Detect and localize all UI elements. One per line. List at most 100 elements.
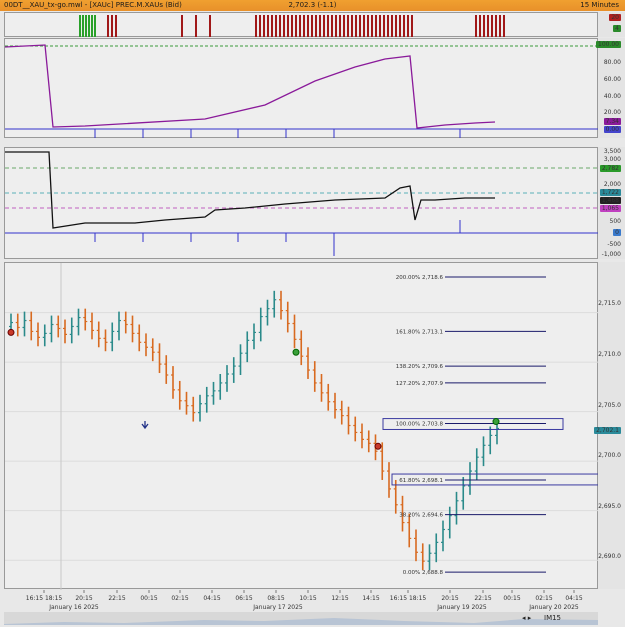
histogram-bar-up [91, 15, 93, 37]
time-tick-label: 22:15 [474, 595, 491, 602]
status-nav-icon[interactable]: ◂ ▸ [522, 614, 531, 622]
histogram-bar-up [94, 15, 96, 37]
osc-badge-value: 7.34 [603, 118, 621, 125]
timeframe-label[interactable]: 15 Minutes [580, 1, 619, 9]
histogram-bar-down [411, 15, 413, 37]
time-tick-label: 00:15 [140, 595, 157, 602]
price-chart-svg[interactable]: 200.00% 2,718.6 161.80% 2,713.1 138.20% 2,… [5, 263, 600, 590]
oscillator-svg [4, 44, 599, 138]
date-label: January 19 2025 [436, 604, 487, 611]
histogram-bar-down [111, 15, 113, 37]
time-tick-label: 14:15 [362, 595, 379, 602]
time-tick-label: 02:15 [171, 595, 188, 602]
histogram-bar-down [359, 15, 361, 37]
cumulative-panel [4, 147, 599, 259]
status-symbol-label[interactable]: IM15 [544, 614, 561, 622]
time-tick-label: 06:15 [235, 595, 252, 602]
histogram-bar-up [85, 15, 87, 37]
histogram-bar-down [107, 15, 109, 37]
signal-histogram-panel [4, 12, 598, 37]
time-axis[interactable]: 16:15 18:15 20:15 22:15 00:15 02:15 04:15 06:1… [4, 590, 598, 612]
top-badge-20: 20 [609, 14, 621, 21]
histogram-bar-down [351, 15, 353, 37]
price-axis-label: 2,700.0 [598, 452, 621, 459]
histogram-bar-down [499, 15, 501, 37]
time-tick-label: 00:15 [503, 595, 520, 602]
histogram-bar-down [391, 15, 393, 37]
histogram-bar-down [327, 15, 329, 37]
price-readout: 2,702.3 (-1.1) [288, 1, 337, 9]
time-tick-label: 08:15 [267, 595, 284, 602]
signal-histogram-svg [79, 15, 505, 37]
time-tick-label: 22:15 [108, 595, 125, 602]
time-tick-label: 04:15 [565, 595, 582, 602]
histogram-bar-down [331, 15, 333, 37]
time-tick-label: 16:15 18:15 [390, 595, 427, 602]
histogram-bar-up [79, 15, 81, 37]
buy-signal-marker [292, 348, 300, 356]
histogram-bar-down [487, 15, 489, 37]
fib-level-label: 38.20% 2,694.6 [399, 513, 443, 519]
histogram-bar-down [375, 15, 377, 37]
cum-badge-green: 2,782 [599, 165, 621, 172]
histogram-bar-down [267, 15, 269, 37]
time-tick-label: 12:15 [331, 595, 348, 602]
fib-level-label: 127.20% 2,707.9 [396, 381, 444, 387]
price-chart-panel[interactable]: 200.00% 2,718.6 161.80% 2,713.1 138.20% 2,… [4, 262, 600, 590]
time-tick-label: 20:15 [75, 595, 92, 602]
cum-axis-label: -1,000 [601, 251, 621, 258]
histogram-bar-down [379, 15, 381, 37]
histogram-bar-down [495, 15, 497, 37]
histogram-bar-down [339, 15, 341, 37]
histogram-bar-down [259, 15, 261, 37]
histogram-bar-down [383, 15, 385, 37]
histogram-bar-down [483, 15, 485, 37]
histogram-axis: 20 4 [598, 12, 625, 37]
cum-badge-magenta: 1,065 [599, 205, 621, 212]
osc-line [4, 44, 496, 129]
histogram-bar-down [307, 15, 309, 37]
histogram-bar-up [88, 15, 90, 37]
histogram-bar-down [491, 15, 493, 37]
price-axis-label: 2,705.0 [598, 402, 621, 409]
histogram-bar-down [275, 15, 277, 37]
histogram-bar-down [407, 15, 409, 37]
histogram-bar-down [195, 15, 197, 37]
histogram-bar-down [479, 15, 481, 37]
histogram-bar-down [403, 15, 405, 37]
histogram-bar-down [291, 15, 293, 37]
price-axis[interactable]: 2,715.0 2,710.0 2,705.0 2,702.1 2,700.0 … [594, 262, 625, 589]
osc-badge-zero: 0.00 [603, 126, 621, 133]
sell-signal-marker [374, 442, 382, 450]
oscillator-panel [4, 38, 599, 138]
time-tick-label: 20:15 [441, 595, 458, 602]
histogram-bar-down [181, 15, 183, 37]
histogram-bar-down [255, 15, 257, 37]
osc-axis-label: 40.00 [603, 93, 621, 100]
cumulative-axis: 3,500 3,000 2,782 2,000 1,722 1,468 1,06… [598, 147, 625, 259]
histogram-bar-down [363, 15, 365, 37]
histogram-bar-down [287, 15, 289, 37]
osc-axis-label: 20.00 [603, 109, 621, 116]
fib-level-label: 161.80% 2,713.1 [396, 329, 443, 335]
price-axis-label: 2,690.0 [598, 553, 621, 560]
fib-level-label: 138.20% 2,709.6 [396, 364, 444, 370]
buy-signal-marker [492, 418, 500, 426]
time-tick-label: 16:15 18:15 [26, 595, 63, 602]
histogram-bar-down [263, 15, 265, 37]
price-axis-label: 2,715.0 [598, 300, 621, 307]
date-label: January 16 2025 [48, 604, 99, 611]
histogram-bar-down [347, 15, 349, 37]
histogram-bar-down [209, 15, 211, 37]
osc-badge-top: 100.00 [596, 41, 621, 48]
histogram-bar-down [271, 15, 273, 37]
cum-axis-label: 2,000 [603, 181, 621, 188]
histogram-bar-down [395, 15, 397, 37]
histogram-bar-down [283, 15, 285, 37]
cumulative-svg [5, 151, 599, 256]
fib-level-label: 100.00% 2,703.8 [396, 422, 444, 428]
histogram-bar-down [319, 15, 321, 37]
cum-badge-black: 1,468 [599, 197, 621, 204]
top-badge-4: 4 [613, 25, 621, 32]
histogram-bar-down [295, 15, 297, 37]
